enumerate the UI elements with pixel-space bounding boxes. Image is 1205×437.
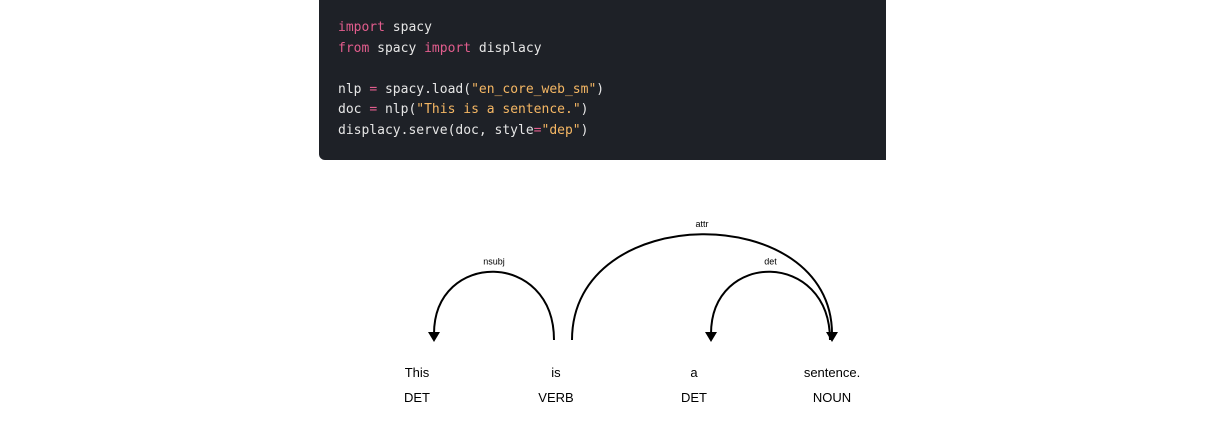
dependency-arc <box>710 270 831 341</box>
word-token: This <box>405 365 430 380</box>
dependency-arc <box>433 270 555 341</box>
pos-tag: DET <box>681 390 707 405</box>
arrowhead-icon <box>428 332 440 342</box>
dependency-arc <box>571 233 833 341</box>
pos-tag: VERB <box>538 390 573 405</box>
pos-tag: DET <box>404 390 430 405</box>
arrowhead-icon <box>826 332 838 342</box>
word-token: a <box>690 365 698 380</box>
dependency-diagram: nsubj attr det This DET is VERB a DET sentence. N… <box>404 219 860 405</box>
pos-tag: NOUN <box>813 390 851 405</box>
words-layer: This DET is VERB a DET sentence. NOUN <box>404 365 860 405</box>
arcs-layer: nsubj attr det <box>428 219 838 342</box>
arc-label: nsubj <box>483 257 505 267</box>
arrowhead-icon <box>705 332 717 342</box>
arc-label: attr <box>695 219 708 229</box>
word-token: sentence. <box>804 365 860 380</box>
arc-label: det <box>764 257 777 267</box>
word-token: is <box>551 365 561 380</box>
